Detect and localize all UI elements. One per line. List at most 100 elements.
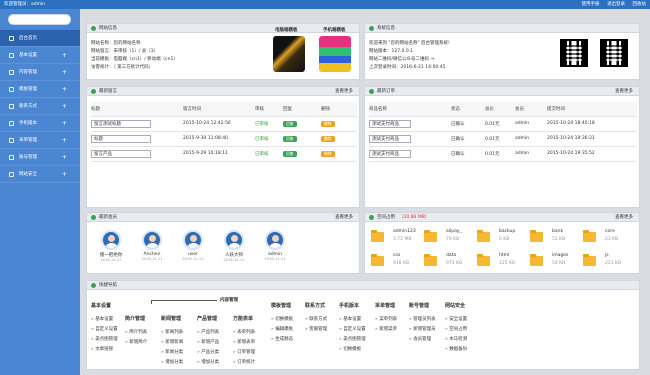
folder-item[interactable]: css 918 KB (371, 252, 426, 272)
space-usage-panel: 空间占用 （10.86 MB） 查看更多 admin123 3.72 MB alipa… (364, 212, 640, 274)
sidebar-item-menu[interactable]: 采单管理 + (0, 132, 80, 149)
sidebar-item-template[interactable]: 模板管理 + (0, 81, 80, 98)
expand-icon: + (61, 120, 67, 127)
menu-icon (9, 138, 14, 143)
contact-icon (9, 104, 14, 109)
table-row: 测试支付商品 已确认 0.01元 admin 2015-10-24 18:40:18 (369, 116, 637, 132)
delete-button[interactable]: 删除 (321, 135, 335, 142)
folder-item[interactable]: core 23 KB (583, 228, 638, 248)
quick-col: 网站安全安全设置空间占用木马检测数据备份 (445, 302, 467, 355)
expand-icon: + (61, 171, 67, 178)
disk-icon (369, 215, 374, 220)
expand-icon: + (61, 52, 67, 59)
orders-more-link[interactable]: 查看更多 (615, 87, 633, 96)
space-more-link[interactable]: 查看更多 (615, 213, 633, 222)
reply-button[interactable]: 回复 (283, 135, 297, 142)
sidebar-item-contact[interactable]: 联系方式 + (0, 98, 80, 115)
delete-button[interactable]: 删除 (321, 150, 335, 157)
reply-button[interactable]: 回复 (283, 120, 297, 127)
table-row: 测试支付商品 已确认 0.01元 admin 2015-10-24 19:35:52 (369, 146, 637, 162)
folder-icon (371, 230, 384, 242)
messages-table: 标题 留言时间 审核 回复 删除 留言测试标题 2015-10-24 12:42:… (91, 102, 357, 162)
top-links: 使用手册 退出登录 回收站 (576, 0, 646, 9)
folder-icon (424, 230, 437, 242)
folder-item[interactable]: data 975 KB (424, 252, 479, 272)
sidebar-search-input[interactable] (8, 14, 71, 25)
content-group-label: 内容管理 (220, 298, 238, 303)
orders-table: 商品名称 状态 总价 会员 提交时间 测试支付商品 已确认 0.01元 admin 20… (369, 102, 637, 162)
sidebar-item-security[interactable]: 网站安全 + (0, 166, 80, 183)
sidebar-item-mobile[interactable]: 手机版本 + (0, 115, 80, 132)
quick-nav-panel: 快捷导航 内容管理 基本设置基本设置自定义设置美点图管理文章链接 简介管理简介列… (86, 280, 640, 370)
latest-members-panel: 最新会员 查看更多 猪一把绝你 2016-11-11 Anchen 2016-11-1… (86, 212, 360, 274)
nav-icon (91, 283, 96, 288)
member-card[interactable]: admin 2016-11-11 (255, 230, 295, 261)
template-icon (9, 87, 14, 92)
avatar (265, 230, 285, 250)
user-icon (91, 215, 96, 220)
folder-icon (583, 230, 596, 242)
quick-col: 简介管理简介列表新增简介 (125, 315, 147, 348)
table-row: 留言产品 2015-9-29 10:18:11 已审核 回复 删除 (91, 146, 357, 162)
member-card[interactable]: 猪一把绝你 2016-11-11 (91, 230, 131, 262)
folder-item[interactable]: js 221 KB (583, 252, 638, 272)
member-card[interactable]: user 2016-11-11 (173, 230, 213, 261)
manual-link[interactable]: 使用手册 (582, 2, 600, 7)
sidebar-item-content[interactable]: 内容管理 + (0, 64, 80, 81)
table-row: 测试支付商品 已确认 0.01元 admin 2015-10-24 19:36:21 (369, 131, 637, 147)
folder-item[interactable]: bank 51 KB (530, 228, 585, 248)
expand-icon: + (61, 103, 67, 110)
folder-item[interactable]: admin123 3.72 MB (371, 228, 426, 248)
quick-col: 采单管理菜单列表新增菜单 (375, 302, 397, 335)
folder-item[interactable]: html 125 KB (477, 252, 532, 272)
sidebar-item-home[interactable]: 后台首页 (0, 30, 80, 47)
folder-icon (477, 254, 490, 266)
expand-icon: + (61, 69, 67, 76)
mobile-icon (9, 121, 14, 126)
sidebar-item-basic[interactable]: 基本设置 + (0, 47, 80, 64)
expand-icon: + (61, 154, 67, 161)
member-card[interactable]: Anchen 2016-11-11 (132, 230, 172, 261)
reply-button[interactable]: 回复 (283, 150, 297, 157)
message-icon (91, 89, 96, 94)
folder-icon (371, 254, 384, 266)
welcome-text: 欢迎管理员：admin (4, 2, 46, 7)
quick-col: 基本设置基本设置自定义设置美点图管理文章链接 (91, 302, 118, 355)
home-icon (9, 36, 14, 41)
quick-col: 联系方式联系方式客服管理 (305, 302, 327, 335)
expand-icon: + (61, 86, 67, 93)
expand-icon: + (61, 137, 67, 144)
pc-template-thumbnail[interactable] (273, 36, 305, 72)
wechat-qr-code (600, 39, 628, 67)
settings-icon (9, 53, 14, 58)
sidebar-item-account[interactable]: 账号管理 + (0, 149, 80, 166)
folder-item[interactable]: backup 0 KB (477, 228, 532, 248)
messages-more-link[interactable]: 查看更多 (335, 87, 353, 96)
recycle-link[interactable]: 回收站 (633, 2, 647, 7)
delete-button[interactable]: 删除 (321, 120, 335, 127)
members-more-link[interactable]: 查看更多 (335, 213, 353, 222)
mobile-template-thumbnail[interactable] (319, 36, 351, 72)
content-icon (9, 70, 14, 75)
site-qr-code (560, 39, 588, 67)
latest-messages-panel: 最新留言 查看更多 标题 留言时间 审核 回复 删除 留言测试标题 2015-10-… (86, 86, 360, 208)
info-icon (369, 26, 374, 31)
folder-item[interactable]: images 54 KB (530, 252, 585, 272)
folder-item[interactable]: alipay_ 79 KB (424, 228, 479, 248)
content-group-bracket (151, 300, 217, 304)
shield-icon (9, 172, 14, 177)
folder-icon (530, 254, 543, 266)
quick-col: 手机版本基本设置自定义设置美点图管理切换模板 (339, 302, 366, 355)
folder-icon (477, 230, 490, 242)
avatar (142, 230, 162, 250)
quick-col: 模板管理切换模板编辑模板生成静态 (271, 302, 293, 345)
folder-icon (583, 254, 596, 266)
logout-link[interactable]: 退出登录 (607, 2, 625, 7)
table-row: 标题 2015-9-30 11:08:40 已审核 回复 删除 (91, 131, 357, 147)
quick-col: 新闻管理新闻列表新增新闻新闻分类增加分类 (161, 315, 183, 368)
quick-col: 万能表单表单列表新增表单订单管理订单统计 (233, 315, 255, 368)
member-card[interactable]: 人妖大师 2016-11-11 (214, 230, 254, 262)
avatar (183, 230, 203, 250)
quick-col: 账号管理管理员列表新增管理员会员管理 (409, 302, 436, 345)
latest-orders-panel: 最新订单 查看更多 商品名称 状态 总价 会员 提交时间 测试支付商品 已确认 0.0… (364, 86, 640, 208)
